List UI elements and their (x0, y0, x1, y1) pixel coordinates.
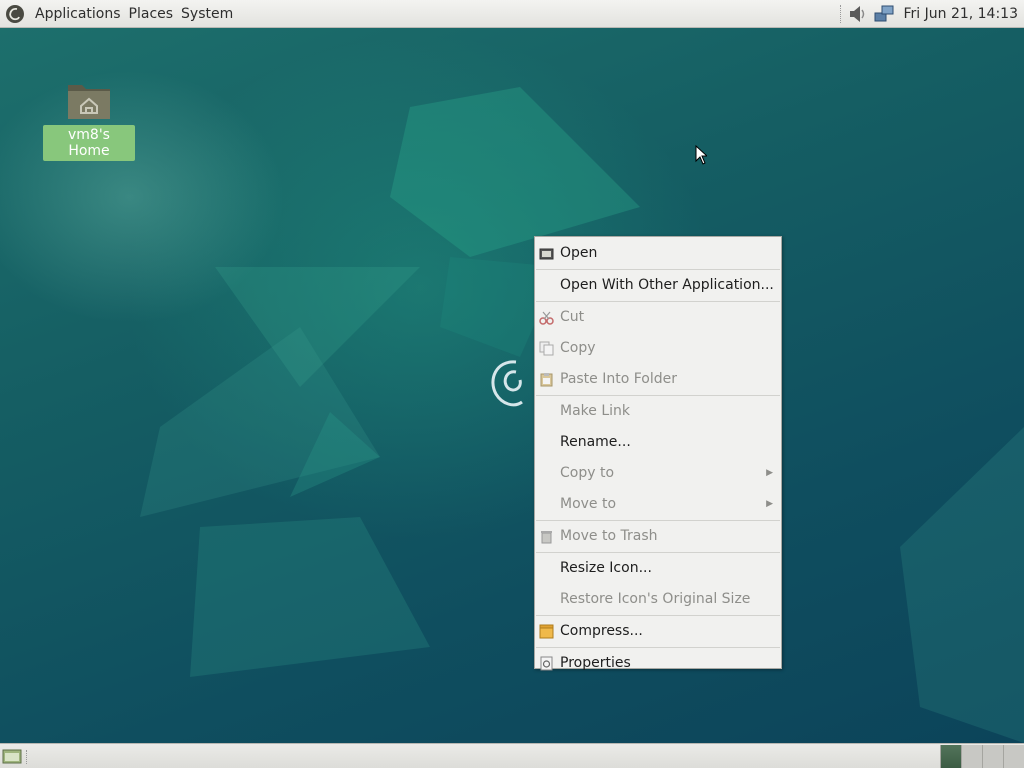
menu-item-properties[interactable]: Properties (535, 648, 781, 679)
menu-item-rename[interactable]: Rename... (535, 427, 781, 458)
home-folder-icon (68, 85, 110, 119)
menu-item-move-to-trash[interactable]: Move to Trash (535, 521, 781, 552)
menu-item-label: Compress... (560, 623, 643, 639)
copy-icon (539, 341, 554, 356)
properties-icon (540, 656, 553, 671)
home-icon-label[interactable]: vm8's Home (43, 125, 135, 161)
menu-item-move-to[interactable]: Move to ▶ (535, 489, 781, 520)
applications-menu[interactable]: Applications (31, 6, 125, 22)
submenu-arrow-icon: ▶ (766, 468, 773, 478)
menu-item-label: Properties (560, 655, 631, 671)
menu-item-open[interactable]: Open (535, 238, 781, 269)
mouse-cursor-icon (695, 145, 707, 165)
bottom-panel (0, 743, 1024, 768)
menu-item-label: Open With Other Application... (560, 277, 774, 293)
workspace-3[interactable] (982, 744, 1003, 768)
menu-item-compress[interactable]: Compress... (535, 616, 781, 647)
menu-item-resize-icon[interactable]: Resize Icon... (535, 553, 781, 584)
menu-item-make-link[interactable]: Make Link (535, 396, 781, 427)
clock[interactable]: Fri Jun 21, 14:13 (899, 6, 1022, 22)
menu-item-label: Resize Icon... (560, 560, 652, 576)
trash-icon (541, 531, 552, 544)
debian-menu-icon[interactable] (5, 4, 25, 24)
menu-item-label: Open (560, 245, 598, 261)
workspace-2[interactable] (961, 744, 982, 768)
debian-logo-icon (491, 360, 523, 407)
places-menu[interactable]: Places (125, 6, 178, 22)
menu-item-label: Move to (560, 496, 617, 512)
menu-item-label: Make Link (560, 403, 630, 419)
menu-item-label: Copy to (560, 465, 615, 481)
workspace-switcher (940, 744, 1024, 768)
show-desktop-icon[interactable] (2, 749, 22, 765)
workspace-1[interactable] (940, 744, 961, 768)
panel-grip[interactable] (26, 749, 30, 764)
network-icon[interactable] (873, 4, 895, 24)
open-icon (539, 248, 554, 260)
top-panel-tray: Fri Jun 21, 14:13 (840, 0, 1024, 27)
menu-item-label: Paste Into Folder (560, 371, 678, 387)
desktop-home-icon[interactable]: vm8's Home (43, 79, 135, 161)
submenu-arrow-icon: ▶ (766, 499, 773, 509)
menu-item-copy[interactable]: Copy (535, 333, 781, 364)
desktop[interactable]: vm8's Home (0, 27, 1024, 743)
tray-divider (840, 4, 843, 23)
menu-item-label: Move to Trash (560, 528, 658, 544)
menu-item-label: Cut (560, 309, 585, 325)
context-menu: Open Open With Other Application... Cut … (534, 236, 782, 671)
menu-item-cut[interactable]: Cut (535, 302, 781, 333)
menu-item-label: Rename... (560, 434, 631, 450)
menu-item-paste-into-folder[interactable]: Paste Into Folder (535, 364, 781, 395)
volume-icon[interactable] (847, 4, 869, 24)
menu-item-copy-to[interactable]: Copy to ▶ (535, 458, 781, 489)
system-menu[interactable]: System (177, 6, 237, 22)
workspace-4[interactable] (1003, 744, 1024, 768)
menu-item-label: Copy (560, 340, 596, 356)
menu-item-restore-icon-size[interactable]: Restore Icon's Original Size (535, 584, 781, 615)
menu-item-label: Restore Icon's Original Size (560, 591, 751, 607)
menu-item-open-with[interactable]: Open With Other Application... (535, 270, 781, 301)
paste-icon (540, 373, 553, 387)
cut-icon (539, 311, 554, 325)
top-panel: Applications Places System Fri Jun 21, 1… (0, 0, 1024, 28)
archive-icon (539, 624, 554, 639)
